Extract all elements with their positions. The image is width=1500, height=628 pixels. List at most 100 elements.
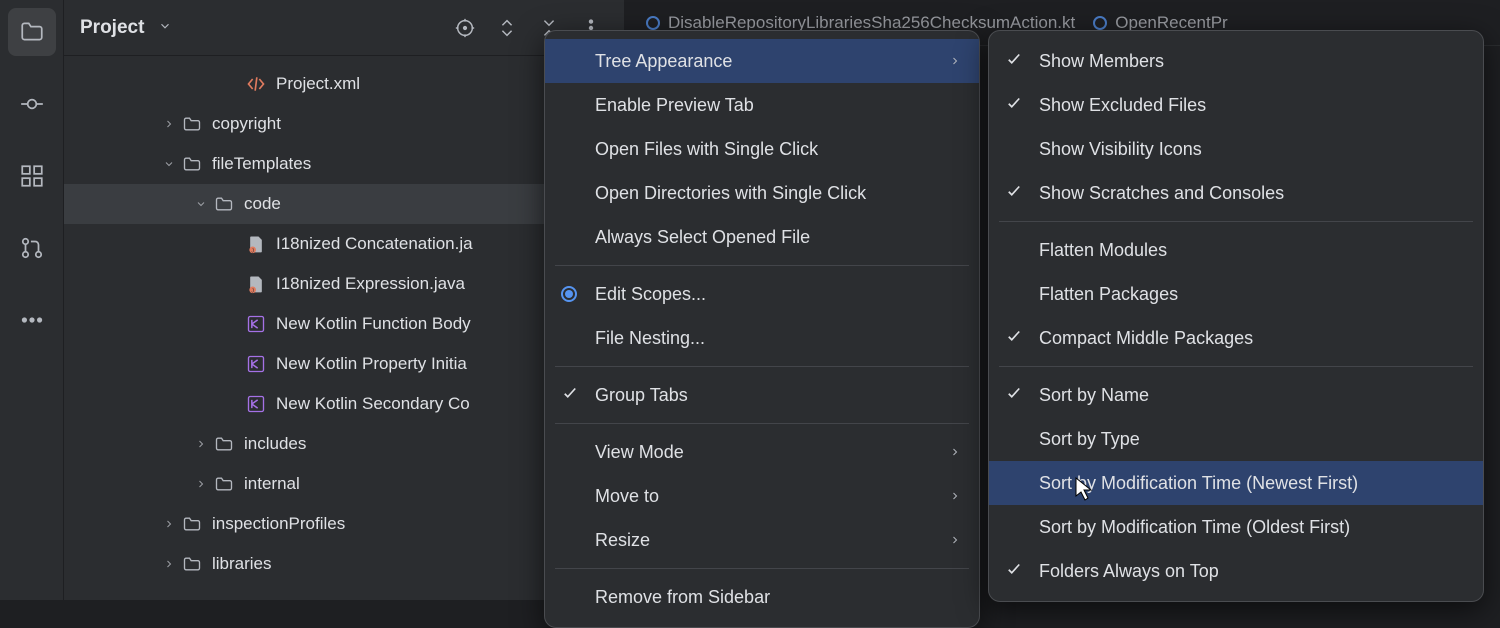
- folder-icon: [180, 112, 204, 136]
- menu-item[interactable]: Show Excluded Files: [989, 83, 1483, 127]
- chevron-icon[interactable]: [160, 118, 178, 130]
- menu-item[interactable]: Group Tabs: [545, 373, 979, 417]
- tree-item[interactable]: JI18nized Expression.java: [64, 264, 624, 304]
- menu-item[interactable]: Move to: [545, 474, 979, 518]
- tree-item-label: internal: [244, 474, 300, 494]
- menu-item[interactable]: Edit Scopes...: [545, 272, 979, 316]
- menu-item-label: Folders Always on Top: [1039, 561, 1219, 582]
- structure-icon: [19, 163, 45, 189]
- menu-item[interactable]: Show Members: [989, 39, 1483, 83]
- tree-item[interactable]: code: [64, 184, 624, 224]
- menu-item[interactable]: Sort by Modification Time (Oldest First): [989, 505, 1483, 549]
- menu-item[interactable]: Show Visibility Icons: [989, 127, 1483, 171]
- kt-icon: [244, 392, 268, 416]
- menu-item[interactable]: Open Directories with Single Click: [545, 171, 979, 215]
- menu-item[interactable]: Enable Preview Tab: [545, 83, 979, 127]
- menu-item-label: Open Directories with Single Click: [595, 183, 866, 204]
- tree-item[interactable]: New Kotlin Secondary Co: [64, 384, 624, 424]
- tree-item[interactable]: inspectionProfiles: [64, 504, 624, 544]
- commit-tool-button[interactable]: [8, 80, 56, 128]
- context-menu[interactable]: Tree Appearance Enable Preview Tab Open Fi…: [544, 30, 980, 628]
- tree-item[interactable]: internal: [64, 464, 624, 504]
- chevron-icon[interactable]: [160, 518, 178, 530]
- check-icon: [1005, 384, 1023, 407]
- menu-item-label: Show Excluded Files: [1039, 95, 1206, 116]
- tree-item[interactable]: New Kotlin Function Body: [64, 304, 624, 344]
- check-icon: [1005, 327, 1023, 350]
- tree-item-label: New Kotlin Secondary Co: [276, 394, 470, 414]
- check-icon: [1005, 560, 1023, 583]
- menu-item-label: Remove from Sidebar: [595, 587, 770, 608]
- menu-item-label: Compact Middle Packages: [1039, 328, 1253, 349]
- menu-item[interactable]: Always Select Opened File: [545, 215, 979, 259]
- vcs-tool-button[interactable]: [8, 224, 56, 272]
- tree-item-label: inspectionProfiles: [212, 514, 345, 534]
- tree-item-label: code: [244, 194, 281, 214]
- menu-item[interactable]: View Mode: [545, 430, 979, 474]
- menu-item-label: Show Members: [1039, 51, 1164, 72]
- check-icon: [1005, 182, 1023, 205]
- tree-item[interactable]: includes: [64, 424, 624, 464]
- project-tool-button[interactable]: [8, 8, 56, 56]
- tree-item-label: Project.xml: [276, 74, 360, 94]
- menu-item[interactable]: Sort by Modification Time (Newest First): [989, 461, 1483, 505]
- menu-item[interactable]: Open Files with Single Click: [545, 127, 979, 171]
- menu-separator: [999, 366, 1473, 367]
- tree-item-label: copyright: [212, 114, 281, 134]
- menu-item[interactable]: Tree Appearance: [545, 39, 979, 83]
- menu-item[interactable]: Folders Always on Top: [989, 549, 1483, 593]
- more-horizontal-icon: [19, 307, 45, 333]
- tree-item[interactable]: JI18nized Concatenation.ja: [64, 224, 624, 264]
- commit-icon: [19, 91, 45, 117]
- chevron-icon[interactable]: [160, 558, 178, 570]
- tree-item-label: libraries: [212, 554, 272, 574]
- menu-separator: [555, 366, 969, 367]
- kt-icon: [244, 352, 268, 376]
- menu-item[interactable]: Resize: [545, 518, 979, 562]
- menu-item[interactable]: Sort by Name: [989, 373, 1483, 417]
- context-submenu[interactable]: Show Members Show Excluded Files Show Visi…: [988, 30, 1484, 602]
- chevron-right-icon: [949, 51, 961, 72]
- menu-separator: [555, 568, 969, 569]
- tree-item-label: New Kotlin Property Initia: [276, 354, 467, 374]
- menu-item-label: Always Select Opened File: [595, 227, 810, 248]
- project-title[interactable]: Project: [80, 17, 144, 39]
- menu-item-label: Resize: [595, 530, 650, 551]
- menu-item-label: Sort by Type: [1039, 429, 1140, 450]
- menu-item[interactable]: Compact Middle Packages: [989, 316, 1483, 360]
- tree-item[interactable]: fileTemplates: [64, 144, 624, 184]
- chevron-icon[interactable]: [160, 158, 178, 170]
- check-icon: [1005, 94, 1023, 117]
- project-tree[interactable]: Project.xml copyright fileTemplates code JI1…: [64, 56, 624, 584]
- chevron-icon[interactable]: [192, 198, 210, 210]
- locate-icon: [454, 17, 476, 39]
- chevron-icon[interactable]: [192, 438, 210, 450]
- menu-item-label: Flatten Modules: [1039, 240, 1167, 261]
- menu-item[interactable]: Flatten Modules: [989, 228, 1483, 272]
- more-tool-button[interactable]: [8, 296, 56, 344]
- tree-item[interactable]: New Kotlin Property Initia: [64, 344, 624, 384]
- menu-item[interactable]: Remove from Sidebar: [545, 575, 979, 619]
- select-opened-file-button[interactable]: [448, 11, 482, 45]
- tree-item[interactable]: copyright: [64, 104, 624, 144]
- radio-icon: [561, 286, 577, 302]
- tool-rail: [0, 0, 64, 600]
- expand-all-button[interactable]: [490, 11, 524, 45]
- java-icon: J: [244, 272, 268, 296]
- menu-item[interactable]: File Nesting...: [545, 316, 979, 360]
- menu-item-label: Enable Preview Tab: [595, 95, 754, 116]
- chevron-icon[interactable]: [192, 478, 210, 490]
- menu-item-label: Open Files with Single Click: [595, 139, 818, 160]
- menu-item[interactable]: Show Scratches and Consoles: [989, 171, 1483, 215]
- chevron-down-icon[interactable]: [158, 17, 172, 39]
- chevron-right-icon: [949, 442, 961, 463]
- folder-icon: [180, 152, 204, 176]
- menu-item[interactable]: Sort by Type: [989, 417, 1483, 461]
- menu-item-label: Flatten Packages: [1039, 284, 1178, 305]
- menu-item[interactable]: Flatten Packages: [989, 272, 1483, 316]
- tree-item[interactable]: libraries: [64, 544, 624, 584]
- tree-item-label: includes: [244, 434, 306, 454]
- tree-item[interactable]: Project.xml: [64, 64, 624, 104]
- menu-item-label: Tree Appearance: [595, 51, 732, 72]
- structure-tool-button[interactable]: [8, 152, 56, 200]
